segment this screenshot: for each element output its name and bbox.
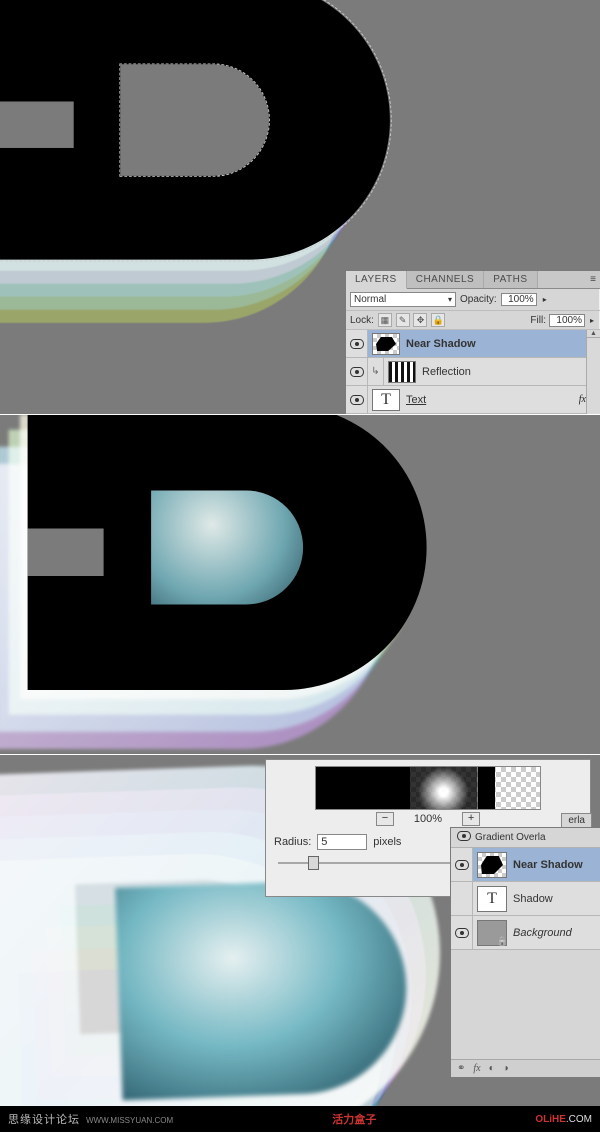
tutorial-step-2 <box>0 414 600 754</box>
zoom-in-button[interactable]: + <box>462 812 480 826</box>
blur-preview[interactable] <box>315 766 541 810</box>
opacity-label: Opacity: <box>460 294 497 305</box>
layer-thumbnail[interactable] <box>477 852 507 878</box>
radius-unit: pixels <box>373 836 401 848</box>
layer-row[interactable]: Near Shadow <box>451 848 600 882</box>
layers-panel-crop: erla Gradient Overla Near Shadow T Shado… <box>450 827 600 1077</box>
chevron-down-icon: ▾ <box>448 295 452 304</box>
zoom-out-button[interactable]: − <box>376 812 394 826</box>
tab-layers[interactable]: LAYERS <box>346 271 407 289</box>
visibility-toggle[interactable] <box>346 330 368 357</box>
watermark-left: 思缘设计论坛WWW.MISSYUAN.COM <box>8 1111 173 1127</box>
visibility-toggle[interactable] <box>346 358 368 385</box>
layer-thumbnail[interactable] <box>477 920 507 946</box>
layer-row[interactable]: T Shadow <box>451 882 600 916</box>
watermark-mid: 活力盒子 <box>173 1111 535 1127</box>
clip-indicator-icon: ↳ <box>368 358 384 385</box>
panel-footer: ⚭ fx ◐ ◑ <box>451 1059 600 1077</box>
lock-transparency-icon[interactable]: ▦ <box>378 313 392 327</box>
adjustment-layer-icon[interactable]: ◑ <box>503 1063 509 1074</box>
zoom-value: 100% <box>414 813 442 825</box>
watermark-right: OLiHE.COM <box>535 1114 592 1125</box>
lock-position-icon[interactable]: ✥ <box>413 313 427 327</box>
link-layers-icon[interactable]: ⚭ <box>457 1063 465 1074</box>
visibility-toggle[interactable] <box>451 882 473 915</box>
layer-name[interactable]: Reflection <box>420 366 600 378</box>
lock-all-icon[interactable]: 🔒 <box>431 313 445 327</box>
opacity-input[interactable]: 100% <box>501 293 537 306</box>
layer-row[interactable]: ↳ Reflection <box>346 358 600 386</box>
visibility-toggle[interactable] <box>346 386 368 413</box>
opacity-flyout-icon[interactable]: ▸ <box>541 295 549 304</box>
lock-label: Lock: <box>350 315 374 326</box>
panel-menu-icon[interactable]: ≡ <box>586 271 600 288</box>
slider-thumb[interactable] <box>308 856 319 870</box>
effect-row-label[interactable]: Gradient Overla <box>475 832 546 843</box>
layer-name[interactable]: Near Shadow <box>404 338 600 350</box>
scrollbar[interactable] <box>586 330 600 414</box>
layer-name[interactable]: Background <box>511 927 600 939</box>
layer-row[interactable]: T Text fx ▸ <box>346 386 600 414</box>
layers-panel: LAYERS CHANNELS PATHS ≡ Normal ▾ Opacity… <box>345 270 600 414</box>
layer-row[interactable]: Near Shadow <box>346 330 600 358</box>
layer-thumbnail[interactable]: T <box>372 389 400 411</box>
lock-paint-icon[interactable]: ✎ <box>396 313 410 327</box>
eye-icon[interactable] <box>457 831 471 844</box>
eye-icon <box>350 339 364 349</box>
layer-thumbnail[interactable] <box>372 333 400 355</box>
eye-icon <box>455 860 469 870</box>
layer-name[interactable]: Shadow <box>511 893 600 905</box>
add-fx-button[interactable]: fx <box>473 1063 480 1074</box>
fill-label: Fill: <box>530 315 546 326</box>
blend-mode-select[interactable]: Normal ▾ <box>350 292 456 307</box>
layer-list: Near Shadow ↳ Reflection T Text fx ▸ <box>346 330 600 414</box>
layer-name[interactable]: Text <box>404 394 573 406</box>
eye-icon <box>350 395 364 405</box>
visibility-toggle[interactable] <box>451 916 473 949</box>
layer-row[interactable]: Background <box>451 916 600 950</box>
radius-input[interactable]: 5 <box>317 834 367 850</box>
add-mask-icon[interactable]: ◐ <box>489 1063 495 1074</box>
eye-icon <box>455 928 469 938</box>
eye-icon <box>350 367 364 377</box>
watermark-footer: 思缘设计论坛WWW.MISSYUAN.COM 活力盒子 OLiHE.COM <box>0 1106 600 1132</box>
layer-name[interactable]: Near Shadow <box>511 859 600 871</box>
layer-thumbnail[interactable]: T <box>477 886 507 912</box>
fill-flyout-icon[interactable]: ▸ <box>588 316 596 325</box>
visibility-toggle[interactable] <box>451 848 473 881</box>
tutorial-step-3: − 100% + Radius: 5 pixels erla Gradient … <box>0 754 600 1106</box>
tab-paths[interactable]: PATHS <box>484 271 537 288</box>
panel-tab-fragment[interactable]: erla <box>561 813 592 827</box>
layer-thumbnail[interactable] <box>388 361 416 383</box>
blend-mode-value: Normal <box>354 294 386 305</box>
tutorial-step-1: LAYERS CHANNELS PATHS ≡ Normal ▾ Opacity… <box>0 0 600 414</box>
radius-label: Radius: <box>274 836 311 848</box>
lock-icons[interactable]: ▦ ✎ ✥ 🔒 <box>377 313 445 327</box>
fill-input[interactable]: 100% <box>549 314 585 327</box>
tab-channels[interactable]: CHANNELS <box>407 271 484 288</box>
